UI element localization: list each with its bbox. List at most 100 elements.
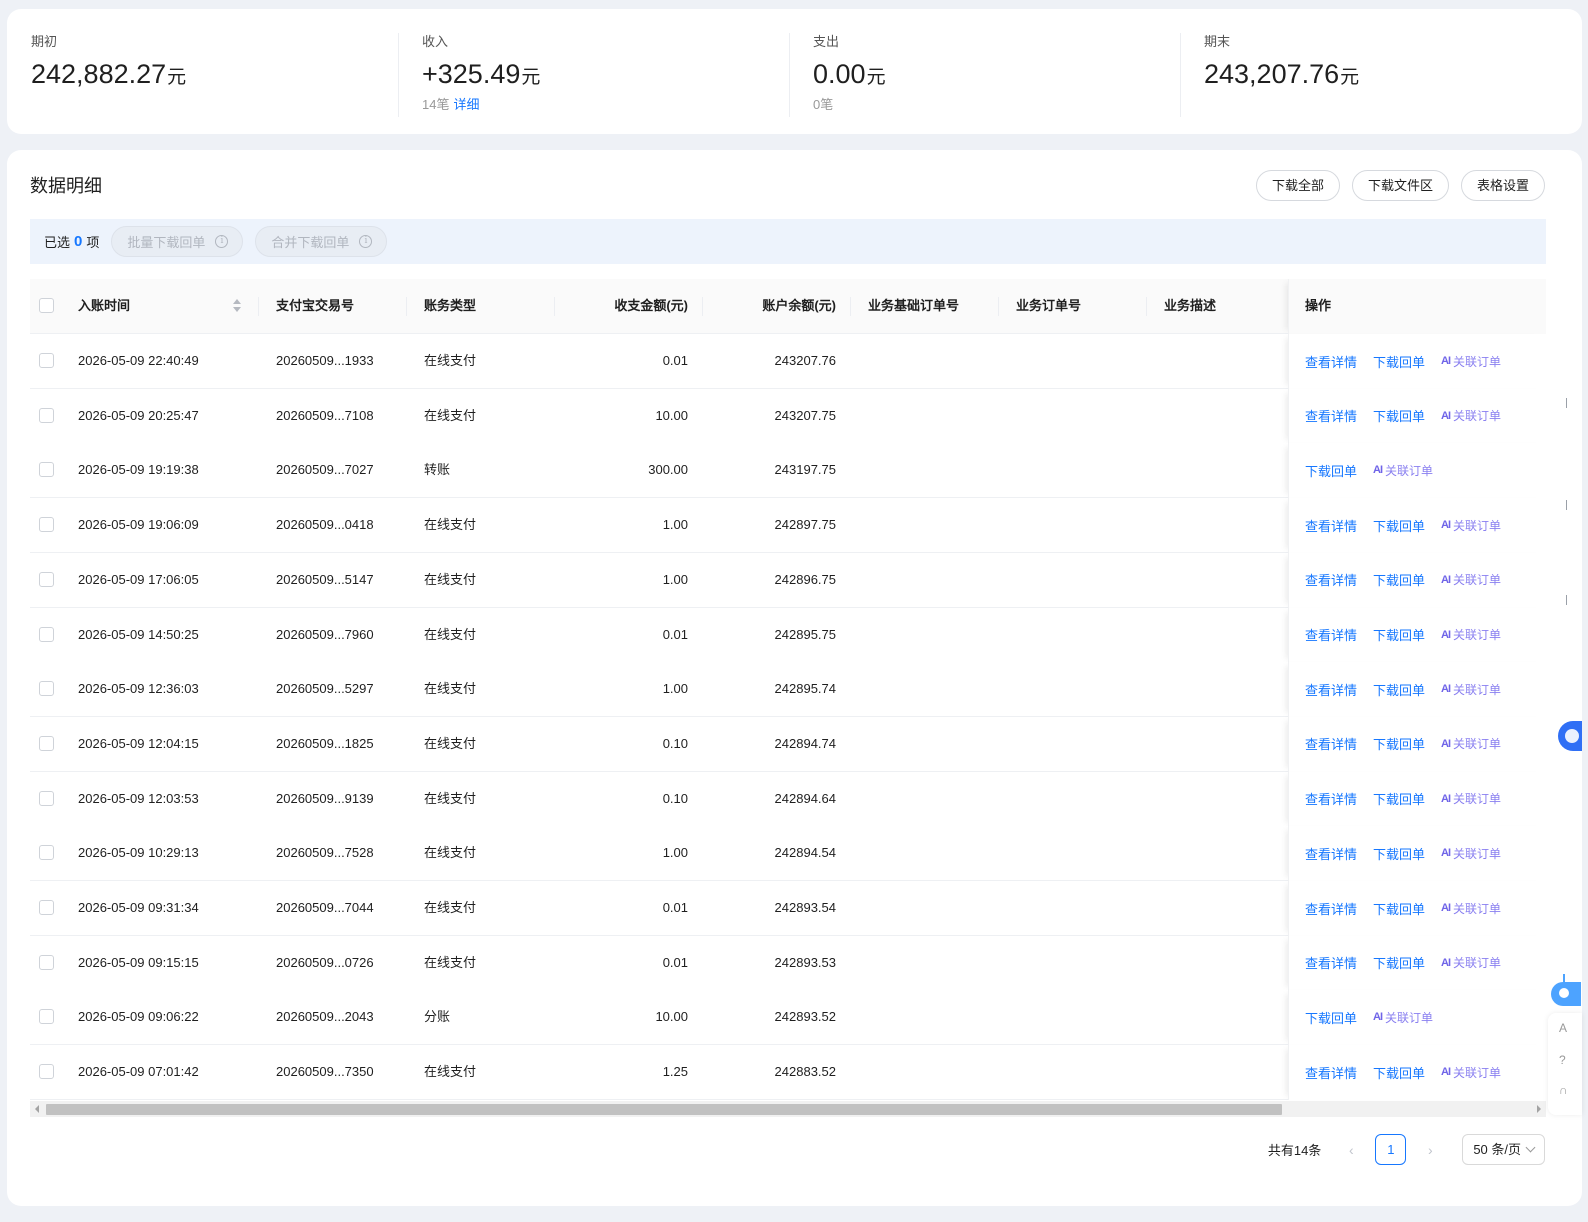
income-detail-link[interactable]: 详细 [453, 97, 479, 112]
scrollbar-thumb[interactable] [46, 1104, 1282, 1115]
related-order-link[interactable]: AI 关联订单 [1441, 954, 1501, 971]
page-size-select[interactable]: 50 条/页 [1462, 1134, 1545, 1165]
help-icon[interactable]: ? [1559, 1053, 1566, 1067]
download-receipt-link[interactable]: 下载回单 [1373, 406, 1425, 425]
row-checkbox[interactable] [39, 407, 54, 423]
sort-icon[interactable] [232, 299, 242, 313]
table-row: 2026-05-09 19:06:09 20260509...0418 在线支付 1.… [30, 498, 1546, 554]
ai-icon: AI [1441, 1066, 1451, 1079]
table-row: 2026-05-09 17:06:05 20260509...5147 在线支付 1.… [30, 552, 1546, 608]
data-detail-card: 数据明细 下载全部 下载文件区 表格设置 已选 0 项 批量下载回单 i 合并下… [7, 150, 1582, 1206]
row-checkbox[interactable] [39, 626, 54, 642]
batch-download-button[interactable]: 批量下载回单 i [111, 226, 244, 257]
view-detail-link[interactable]: 查看详情 [1305, 844, 1357, 863]
related-order-label: 关联订单 [1453, 573, 1502, 588]
view-detail-link[interactable]: 查看详情 [1305, 680, 1357, 699]
view-detail-link[interactable]: 查看详情 [1305, 516, 1357, 535]
row-checkbox[interactable] [39, 900, 54, 915]
download-receipt-link[interactable]: 下载回单 [1373, 625, 1425, 644]
related-order-link[interactable]: AI 关联订单 [1441, 407, 1501, 424]
view-detail-link[interactable]: 查看详情 [1305, 789, 1357, 808]
view-detail-link[interactable]: 查看详情 [1305, 1063, 1357, 1082]
download-receipt-link[interactable]: 下载回单 [1373, 570, 1425, 589]
download-receipt-link[interactable]: 下载回单 [1373, 789, 1425, 808]
table-row: 2026-05-09 10:29:13 20260509...7528 在线支付 1.… [30, 826, 1546, 882]
cell-amount: 1.00 [662, 571, 688, 587]
summary-unit: 元 [521, 67, 541, 88]
cell-amount: 0.01 [662, 900, 688, 915]
download-receipt-link[interactable]: 下载回单 [1305, 1008, 1357, 1027]
download-receipt-link[interactable]: 下载回单 [1373, 953, 1425, 972]
view-detail-link[interactable]: 查看详情 [1305, 625, 1357, 644]
row-checkbox[interactable] [39, 954, 54, 970]
related-order-link[interactable]: AI 关联订单 [1373, 462, 1433, 479]
download-receipt-link[interactable]: 下载回单 [1373, 516, 1425, 535]
download-receipt-link[interactable]: 下载回单 [1373, 844, 1425, 863]
view-detail-link[interactable]: 查看详情 [1305, 953, 1357, 972]
row-checkbox[interactable] [39, 353, 54, 368]
summary-expense: 支出 0.00元 0笔 [789, 9, 1180, 134]
select-all-checkbox[interactable] [39, 298, 54, 313]
next-page-icon[interactable]: › [1420, 1142, 1440, 1158]
row-checkbox[interactable] [39, 517, 54, 533]
download-receipt-link[interactable]: 下载回单 [1305, 461, 1357, 480]
scroll-right-icon[interactable] [1537, 1105, 1541, 1113]
related-order-link[interactable]: AI 关联订单 [1441, 571, 1501, 588]
related-order-link[interactable]: AI 关联订单 [1441, 845, 1501, 862]
merge-download-button[interactable]: 合并下载回单 i [255, 226, 388, 257]
info-icon[interactable]: i [359, 235, 373, 248]
row-checkbox[interactable] [39, 1064, 54, 1080]
download-receipt-link[interactable]: 下载回单 [1373, 734, 1425, 753]
cell-balance: 242894.54 [774, 845, 836, 861]
row-checkbox[interactable] [39, 790, 54, 806]
robot-eye [1559, 988, 1569, 998]
download-all-button[interactable]: 下载全部 [1255, 170, 1340, 201]
cell-ops: 查看详情 下载回单 AI 关联订单 [1288, 771, 1546, 827]
robot-assistant-icon[interactable] [1551, 974, 1581, 1008]
cell-amount: 0.01 [662, 353, 688, 368]
related-order-link[interactable]: AI 关联订单 [1441, 1064, 1501, 1081]
info-icon[interactable]: i [215, 235, 229, 248]
view-detail-link[interactable]: 查看详情 [1305, 734, 1357, 753]
table-settings-button[interactable]: 表格设置 [1460, 170, 1545, 201]
related-order-link[interactable]: AI 关联订单 [1373, 1009, 1433, 1026]
header-time: 入账时间 [78, 298, 131, 313]
header-type: 账务类型 [424, 298, 477, 313]
horizontal-scrollbar[interactable] [30, 1101, 1546, 1117]
related-order-link[interactable]: AI 关联订单 [1441, 790, 1501, 807]
table-row: 2026-05-09 20:25:47 20260509...7108 在线支付 10… [30, 388, 1546, 444]
cell-amount: 1.25 [662, 1064, 688, 1080]
ai-icon: AI [1441, 355, 1451, 367]
related-order-link[interactable]: AI 关联订单 [1441, 353, 1501, 370]
row-checkbox[interactable] [39, 571, 54, 587]
view-detail-link[interactable]: 查看详情 [1305, 899, 1357, 918]
related-order-link[interactable]: AI 关联订单 [1441, 735, 1501, 752]
download-receipt-link[interactable]: 下载回单 [1373, 352, 1425, 371]
row-actions: 查看详情 下载回单 AI 关联订单 [1305, 498, 1501, 552]
headset-icon[interactable]: ∩ [1559, 1083, 1568, 1097]
row-actions: 查看详情 下载回单 AI 关联订单 [1305, 389, 1501, 443]
scroll-left-icon[interactable] [35, 1105, 39, 1113]
view-detail-link[interactable]: 查看详情 [1305, 406, 1357, 425]
view-detail-link[interactable]: 查看详情 [1305, 352, 1357, 371]
page-number-current[interactable]: 1 [1375, 1134, 1407, 1165]
download-receipt-link[interactable]: 下载回单 [1373, 899, 1425, 918]
related-order-link[interactable]: AI 关联订单 [1441, 900, 1501, 917]
download-receipt-link[interactable]: 下载回单 [1373, 680, 1425, 699]
row-checkbox[interactable] [39, 845, 54, 861]
side-tool-letter[interactable]: A [1559, 1021, 1567, 1035]
view-detail-link[interactable]: 查看详情 [1305, 570, 1357, 589]
header-balance: 账户余额(元) [762, 298, 836, 313]
related-order-link[interactable]: AI 关联订单 [1441, 626, 1501, 643]
related-order-link[interactable]: AI 关联订单 [1441, 681, 1501, 698]
summary-opening: 期初 242,882.27元 [7, 9, 398, 134]
related-order-link[interactable]: AI 关联订单 [1441, 517, 1501, 534]
row-checkbox[interactable] [39, 1009, 54, 1025]
download-receipt-link[interactable]: 下载回单 [1373, 1063, 1425, 1082]
download-files-button[interactable]: 下载文件区 [1351, 170, 1449, 201]
row-checkbox[interactable] [39, 735, 54, 751]
floating-assistant-button[interactable] [1558, 721, 1582, 751]
prev-page-icon[interactable]: ‹ [1341, 1142, 1361, 1158]
row-checkbox[interactable] [39, 681, 54, 697]
row-checkbox[interactable] [39, 462, 54, 478]
